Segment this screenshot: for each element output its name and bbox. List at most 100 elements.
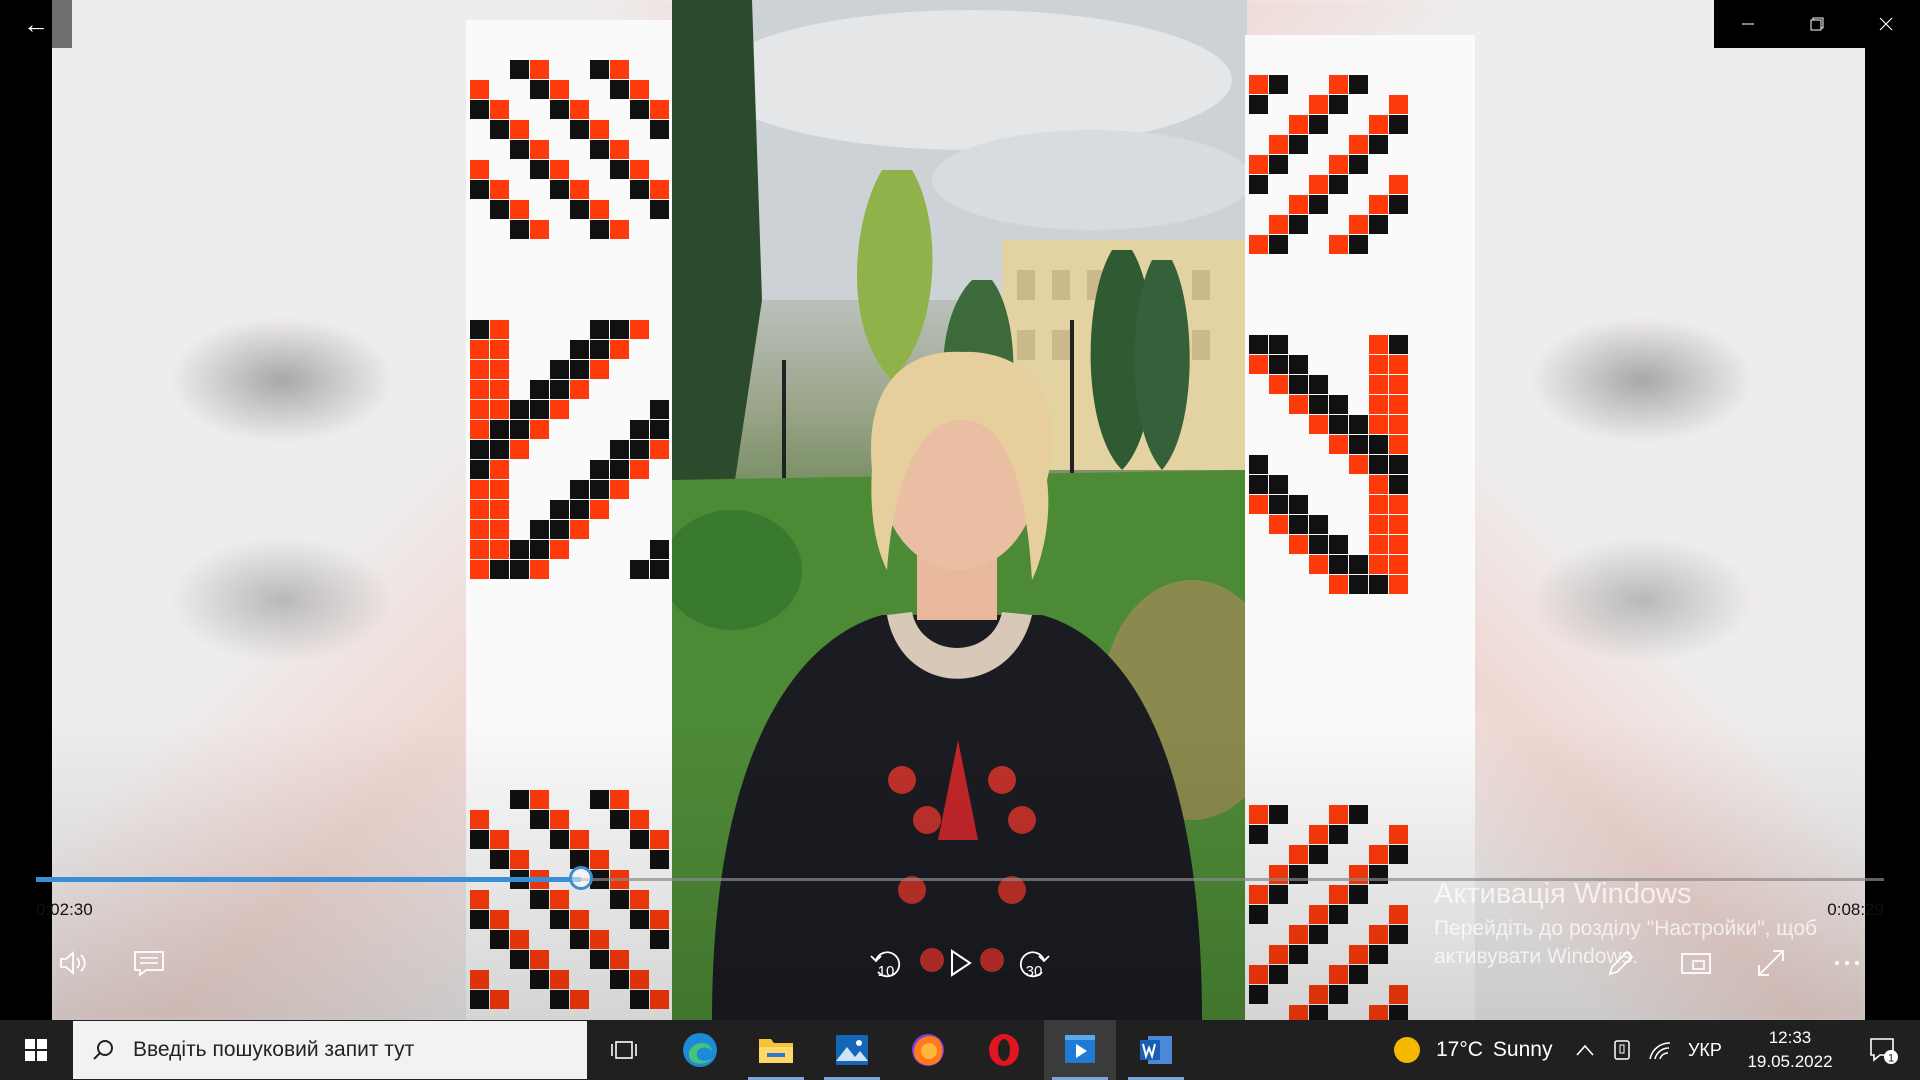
taskbar-clock[interactable]: 12:33 19.05.2022 — [1740, 1026, 1840, 1074]
ornament-cell — [1349, 415, 1368, 434]
taskbar-app-file-explorer[interactable] — [740, 1020, 812, 1080]
ornament-cell — [510, 60, 529, 79]
opera-icon — [989, 1034, 1019, 1066]
ornament-cell — [530, 80, 549, 99]
ornament-cell — [1349, 575, 1368, 594]
ornament-cell — [1349, 455, 1368, 474]
ornament-cell — [1329, 535, 1348, 554]
ornament-cell — [530, 220, 549, 239]
ornament-cell — [610, 160, 629, 179]
ornament-cell — [630, 160, 649, 179]
language-indicator[interactable]: УКР — [1688, 1020, 1722, 1080]
ornament-cell — [1249, 155, 1268, 174]
seek-bar-thumb[interactable] — [569, 866, 594, 890]
fullscreen-button[interactable] — [1748, 940, 1794, 986]
ornament-cell — [550, 80, 569, 99]
mini-view-button[interactable] — [1673, 940, 1719, 986]
taskbar-app-edge[interactable] — [664, 1020, 736, 1080]
ornament-cell — [1329, 575, 1348, 594]
volume-button[interactable] — [50, 940, 96, 986]
taskbar-app-opera[interactable] — [968, 1020, 1040, 1080]
ornament-cell — [630, 80, 649, 99]
start-button[interactable] — [0, 1020, 72, 1080]
ornament-cell — [1329, 155, 1348, 174]
ornament-cell — [490, 380, 509, 399]
ornament-cell — [1329, 395, 1348, 414]
ornament-cell — [590, 120, 609, 139]
network-button[interactable] — [1648, 1020, 1672, 1080]
taskbar-app-movies-tv[interactable] — [1044, 1020, 1116, 1080]
ornament-cell — [510, 120, 529, 139]
ornament-cell — [490, 520, 509, 539]
restore-button[interactable] — [1783, 0, 1852, 48]
ornament-cell — [470, 420, 489, 439]
ornament-cell — [1309, 415, 1328, 434]
ornament-cell — [1249, 495, 1268, 514]
skip-forward-button[interactable]: 30 — [1012, 940, 1058, 986]
more-options-button[interactable] — [1824, 940, 1870, 986]
ornament-cell — [490, 100, 509, 119]
taskbar-app-word[interactable] — [1120, 1020, 1192, 1080]
ornament-cell — [1309, 395, 1328, 414]
video-frame[interactable] — [52, 0, 1865, 1020]
show-hidden-icons-button[interactable] — [1575, 1020, 1595, 1080]
search-placeholder: Введіть пошуковий запит тут — [133, 1038, 415, 1061]
ornament-cell — [1369, 215, 1388, 234]
ornament-cell — [490, 440, 509, 459]
ornament-cell — [650, 120, 669, 139]
ornament-cell — [470, 360, 489, 379]
tray-device-icon[interactable] — [1612, 1020, 1634, 1080]
ornament-cell — [530, 400, 549, 419]
ornament-cell — [650, 180, 669, 199]
taskbar-app-firefox[interactable] — [892, 1020, 964, 1080]
minimize-icon — [1742, 23, 1755, 25]
ornament-cell — [530, 560, 549, 579]
seek-bar-progress — [36, 877, 582, 882]
wifi-icon — [1649, 1042, 1671, 1060]
taskbar-search-box[interactable]: Введіть пошуковий запит тут — [73, 1021, 587, 1079]
ornament-cell — [1369, 555, 1388, 574]
ornament-cell — [630, 420, 649, 439]
ornament-cell — [530, 160, 549, 179]
ornament-cell — [590, 220, 609, 239]
ornament-cell — [490, 500, 509, 519]
ornament-cell — [490, 360, 509, 379]
ornament-cell — [550, 180, 569, 199]
ornament-cell — [1269, 155, 1288, 174]
ornament-cell — [1329, 555, 1348, 574]
ornament-cell — [1349, 555, 1368, 574]
play-button[interactable] — [937, 940, 983, 986]
ornament-cell — [570, 340, 589, 359]
ornament-cell — [1309, 535, 1328, 554]
weather-widget[interactable]: 17°C Sunny — [1392, 1020, 1552, 1080]
ornament-cell — [570, 100, 589, 119]
ornament-cell — [1349, 435, 1368, 454]
ornament-cell — [630, 180, 649, 199]
ornament-cell — [1349, 155, 1368, 174]
ornament-cell — [650, 420, 669, 439]
clock-date: 19.05.2022 — [1747, 1052, 1833, 1071]
minimize-button[interactable] — [1714, 0, 1783, 48]
ornament-cell — [1249, 235, 1268, 254]
skip-back-button[interactable]: 10 — [862, 940, 908, 986]
close-button[interactable] — [1851, 0, 1920, 48]
subtitles-button[interactable] — [126, 940, 172, 986]
edit-button[interactable] — [1598, 940, 1644, 986]
skip-back-seconds: 10 — [878, 963, 895, 980]
ornament-cell — [470, 540, 489, 559]
ornament-cell — [570, 360, 589, 379]
ornament-cell — [570, 180, 589, 199]
ornament-cell — [630, 100, 649, 119]
ornament-cell — [510, 540, 529, 559]
weather-description: Sunny — [1492, 1038, 1553, 1061]
ornament-cell — [550, 360, 569, 379]
ornament-cell — [1389, 355, 1408, 374]
task-view-button[interactable] — [588, 1020, 660, 1080]
ornament-cell — [1289, 135, 1308, 154]
ornament-cell — [490, 180, 509, 199]
notification-center-button[interactable]: 1 — [1855, 1020, 1911, 1080]
ornament-cell — [530, 520, 549, 539]
taskbar-app-photos[interactable] — [816, 1020, 888, 1080]
ornament-cell — [610, 220, 629, 239]
ornament-cell — [470, 380, 489, 399]
